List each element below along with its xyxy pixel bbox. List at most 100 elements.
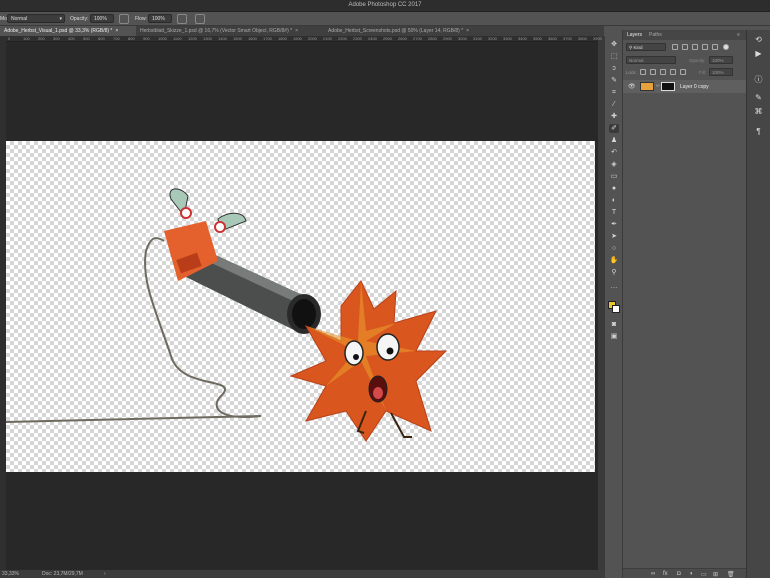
tab-document-3[interactable]: Adobe_Herbst_Screenshots.psd @ 50% (Laye… [324,26,494,36]
status-bar: 33,33% Doc: 23,7M/29,7M › [0,570,604,578]
ruler-tick-label: 3400 [518,36,527,41]
gradient-tool-icon[interactable]: ▭ [609,172,619,181]
type-tool-icon[interactable]: T [609,208,619,217]
healing-brush-icon[interactable]: ✚ [609,112,619,121]
ruler-tick-label: 800 [128,36,135,41]
hand-tool-icon[interactable]: ✋ [609,256,619,265]
close-icon[interactable]: × [115,28,118,34]
document-tabs: Adobe_Herbst_Visual_1.psd @ 33,3% (RGB/8… [0,26,604,36]
zoom-level[interactable]: 33,33% [2,571,19,577]
filter-toggle-icon[interactable] [723,44,729,50]
path-selection-icon[interactable]: ➤ [609,232,619,241]
lock-all-icon[interactable] [680,69,686,75]
quick-select-tool-icon[interactable]: ✎ [609,76,619,85]
close-icon[interactable]: × [466,28,469,34]
layer-row[interactable]: 👁 ∞ Layer 0 copy [623,80,747,93]
eraser-tool-icon[interactable]: ◈ [609,160,619,169]
ruler-tick-label: 1700 [263,36,272,41]
ruler-tick-label: 200 [38,36,45,41]
zoom-tool-icon[interactable]: ⚲ [609,268,619,277]
trash-icon[interactable]: 🗑 [727,571,735,578]
actions-icon[interactable]: ▶ [753,48,764,59]
crop-tool-icon[interactable]: ⌗ [609,88,619,97]
pressure-size-icon[interactable] [195,14,205,24]
ruler-tick-label: 1300 [203,36,212,41]
paragraph-icon[interactable]: ¶ [753,126,764,137]
tab-label: Adobe_Herbst_Visual_1.psd @ 33,3% (RGB/8… [4,28,113,34]
opacity-field[interactable]: 100% [90,14,114,23]
document-canvas[interactable] [5,141,595,472]
ruler-tick-label: 1400 [218,36,227,41]
ruler-tick-label: 2900 [443,36,452,41]
history-brush-icon[interactable]: ↶ [609,148,619,157]
chevron-right-icon[interactable]: › [104,571,106,577]
ruler-tick-label: 0 [8,36,11,41]
filter-kind-select[interactable]: ⚲ Kind [626,43,666,51]
ruler-tick-label: 3000 [458,36,467,41]
mode-select[interactable]: Normal ▾ [7,14,65,23]
filter-shape-icon[interactable] [702,44,708,50]
eye-icon[interactable]: 👁 [628,83,636,90]
tab-layers[interactable]: Layers [627,32,642,38]
ruler-tick-label: 300 [53,36,60,41]
more-tools-icon[interactable]: … [609,282,619,291]
lock-position-icon[interactable] [660,69,666,75]
ruler-tick-label: 1500 [233,36,242,41]
lock-transparent-icon[interactable] [640,69,646,75]
tools-panel: ✥ ⬚ ↄ ✎ ⌗ ⁄ ✚ ✐ ♟ ↶ ◈ ▭ ● ◐ T ✒ ➤ ○ ✋ ⚲ … [604,36,622,578]
adjustment-layer-icon[interactable]: ◑ [689,571,693,577]
link-icon: ∞ [656,83,660,89]
new-layer-icon[interactable]: ⊞ [713,571,718,578]
lock-image-icon[interactable] [650,69,656,75]
move-tool-icon[interactable]: ✥ [609,40,619,49]
background-color-swatch[interactable] [612,305,620,313]
lock-artboard-icon[interactable] [670,69,676,75]
pressure-opacity-icon[interactable] [119,14,129,24]
shape-tool-icon[interactable]: ○ [609,244,619,253]
ruler-tick-label: 1200 [188,36,197,41]
layer-style-icon[interactable]: fx [663,571,668,577]
clone-source-icon[interactable]: ⌘ [753,106,764,117]
layer-name[interactable]: Layer 0 copy [680,84,709,90]
link-layers-icon[interactable]: ∞ [651,571,655,577]
flow-field[interactable]: 100% [148,14,172,23]
layer-mask-thumbnail[interactable] [661,82,675,91]
screen-mode-icon[interactable]: ▣ [609,332,619,341]
filter-type-icon[interactable] [692,44,698,50]
ruler-tick-label: 3700 [563,36,572,41]
ruler-tick-label: 1000 [158,36,167,41]
ruler-tick-label: 3100 [473,36,482,41]
layer-opacity-field[interactable]: 100% [709,56,733,64]
filter-pixel-icon[interactable] [672,44,678,50]
history-icon[interactable]: ⟲ [753,34,764,45]
ruler-tick-label: 2200 [338,36,347,41]
tab-paths[interactable]: Paths [649,32,662,38]
filter-adjustment-icon[interactable] [682,44,688,50]
info-icon[interactable]: ⓘ [753,74,764,85]
add-mask-icon[interactable]: ◘ [677,571,681,577]
eyedropper-tool-icon[interactable]: ⁄ [609,100,619,109]
fill-field[interactable]: 100% [709,68,733,76]
brush-presets-icon[interactable]: ✎ [753,92,764,103]
quick-mask-icon[interactable]: ◙ [609,320,619,329]
filter-smart-object-icon[interactable] [712,44,718,50]
new-group-icon[interactable]: ▭ [701,571,707,578]
tab-document-1[interactable]: Adobe_Herbst_Visual_1.psd @ 33,3% (RGB/8… [0,26,136,36]
tab-document-2[interactable]: Herbstblatt_Skizze_1.psd @ 16,7% (Vector… [136,26,324,36]
ruler-ticks: 0 100 200 300 400 500 600 700 800 900 1000 1100 1200… [6,36,602,42]
close-icon[interactable]: × [295,28,298,34]
blend-mode-select[interactable]: Normal [626,56,676,64]
panel-menu-icon[interactable]: ≡ [737,32,740,38]
airbrush-icon[interactable] [177,14,187,24]
dodge-tool-icon[interactable]: ◐ [609,196,619,205]
blur-tool-icon[interactable]: ● [609,184,619,193]
pen-tool-icon[interactable]: ✒ [609,220,619,229]
brush-tool-icon[interactable]: ✐ [609,124,619,133]
layer-thumbnail [640,82,654,91]
ruler-tick-label: 2600 [398,36,407,41]
ruler-tick-label: 600 [98,36,105,41]
clone-stamp-icon[interactable]: ♟ [609,136,619,145]
lasso-tool-icon[interactable]: ↄ [609,64,619,73]
marquee-tool-icon[interactable]: ⬚ [609,52,619,61]
leaf-eye-left [344,340,364,366]
